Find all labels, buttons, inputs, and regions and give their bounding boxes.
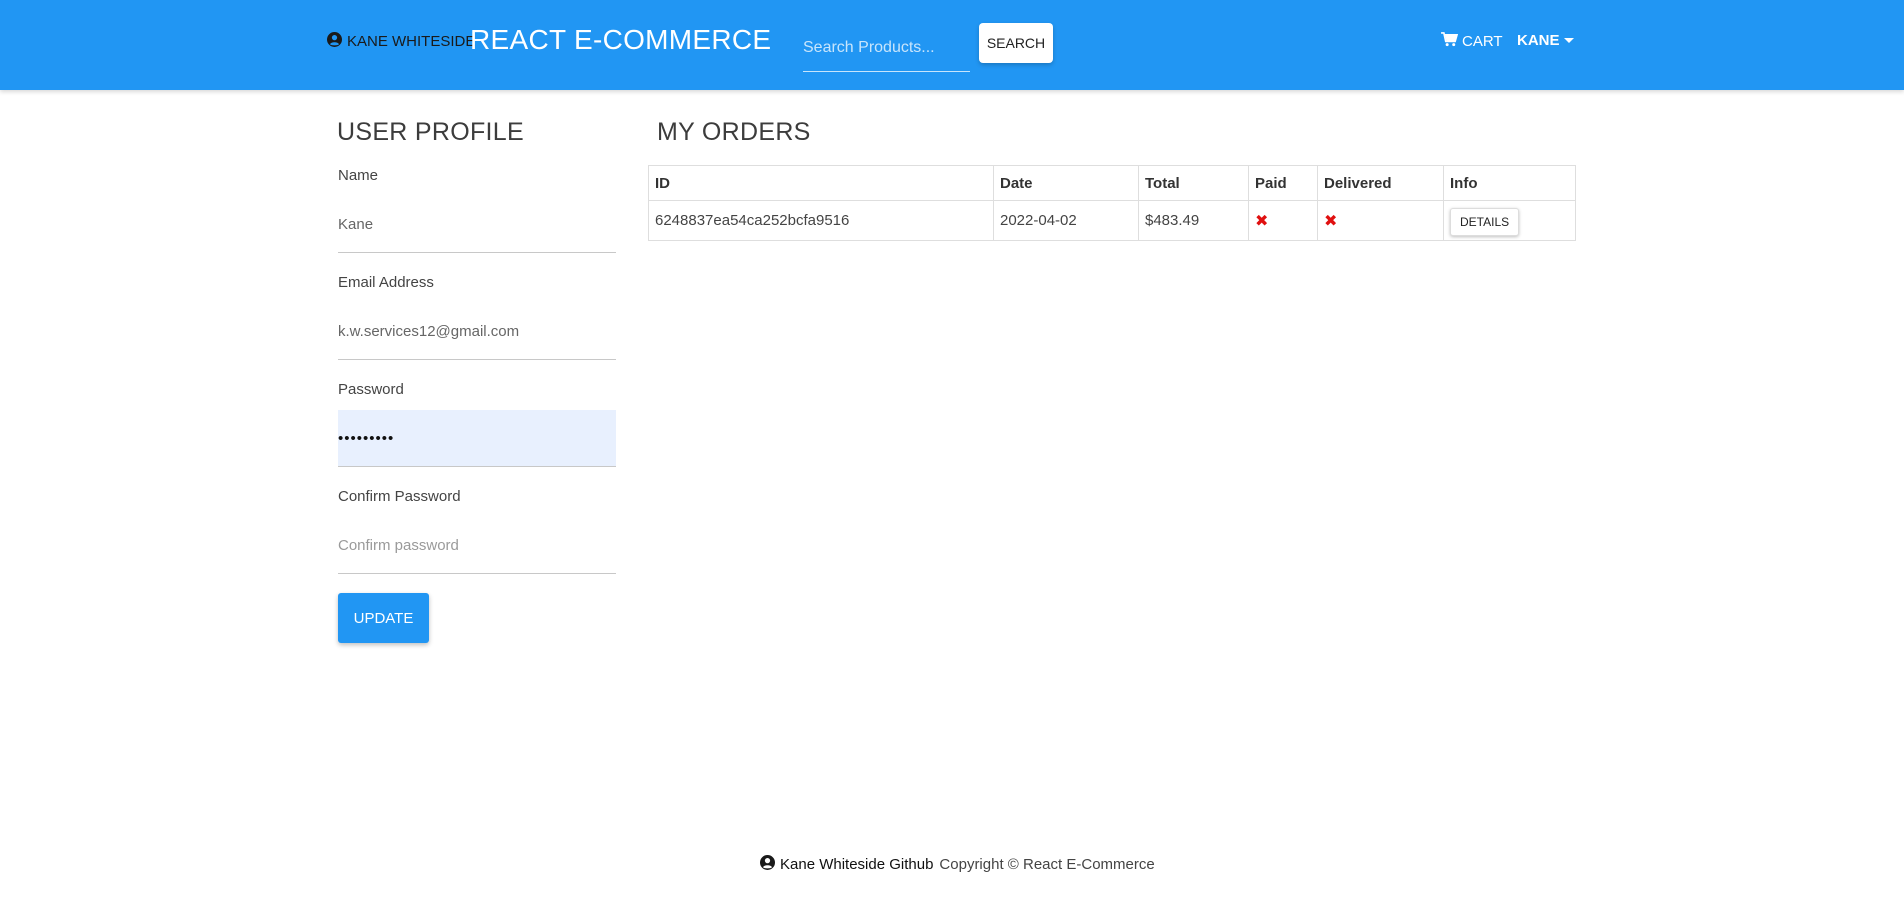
orders-heading: MY ORDERS bbox=[657, 118, 811, 146]
user-circle-icon bbox=[760, 855, 775, 874]
order-id-cell: 6248837ea54ca252bcfa9516 bbox=[648, 200, 994, 241]
times-icon: ✖ bbox=[1255, 212, 1269, 230]
user-menu-label: KANE bbox=[1517, 32, 1560, 49]
column-header-paid: Paid bbox=[1248, 165, 1318, 201]
password-field[interactable] bbox=[338, 410, 616, 467]
orders-table: ID Date Total Paid Delivered Info 624883… bbox=[648, 165, 1576, 241]
profile-heading: USER PROFILE bbox=[337, 118, 524, 146]
author-link-label: KANE WHITESIDE bbox=[347, 33, 476, 50]
search-input[interactable] bbox=[803, 24, 970, 72]
name-field[interactable] bbox=[338, 196, 616, 253]
user-circle-icon bbox=[327, 32, 342, 51]
order-info-cell: DETAILS bbox=[1443, 200, 1576, 241]
table-row: 6248837ea54ca252bcfa9516 2022-04-02 $483… bbox=[648, 200, 1576, 241]
user-menu-dropdown[interactable]: KANE bbox=[1517, 32, 1574, 49]
email-label: Email Address bbox=[338, 274, 434, 291]
caret-down-icon bbox=[1563, 38, 1574, 43]
cart-link[interactable]: CART bbox=[1441, 32, 1503, 51]
author-link[interactable]: KANE WHITESIDE bbox=[327, 32, 475, 51]
times-icon: ✖ bbox=[1324, 212, 1338, 230]
footer: Kane Whiteside Github Copyright © React … bbox=[760, 855, 1155, 874]
confirm-password-field[interactable] bbox=[338, 517, 616, 574]
column-header-id: ID bbox=[648, 165, 994, 201]
column-header-date: Date bbox=[993, 165, 1139, 201]
order-total-cell: $483.49 bbox=[1138, 200, 1249, 241]
email-field[interactable] bbox=[338, 303, 616, 360]
name-label: Name bbox=[338, 167, 379, 184]
cart-label: CART bbox=[1462, 33, 1503, 50]
brand-title[interactable]: REACT E-COMMERCE bbox=[470, 24, 771, 56]
github-link-label: Kane Whiteside Github bbox=[780, 856, 934, 873]
password-label: Password bbox=[338, 381, 404, 398]
order-delivered-cell: ✖ bbox=[1317, 200, 1444, 241]
copyright-text: Copyright © React E-Commerce bbox=[939, 856, 1155, 873]
table-header-row: ID Date Total Paid Delivered Info bbox=[648, 165, 1576, 201]
column-header-info: Info bbox=[1443, 165, 1576, 201]
shopping-cart-icon bbox=[1441, 32, 1459, 51]
github-link[interactable]: Kane Whiteside Github bbox=[760, 855, 933, 874]
confirm-password-label: Confirm Password bbox=[338, 488, 461, 505]
update-button[interactable]: UPDATE bbox=[338, 593, 429, 643]
column-header-delivered: Delivered bbox=[1317, 165, 1444, 201]
navbar: KANE WHITESIDE REACT E-COMMERCE SEARCH C… bbox=[0, 0, 1904, 90]
order-date-cell: 2022-04-02 bbox=[993, 200, 1139, 241]
search-button[interactable]: SEARCH bbox=[979, 23, 1053, 63]
details-button[interactable]: DETAILS bbox=[1450, 207, 1520, 236]
column-header-total: Total bbox=[1138, 165, 1249, 201]
order-paid-cell: ✖ bbox=[1248, 200, 1318, 241]
